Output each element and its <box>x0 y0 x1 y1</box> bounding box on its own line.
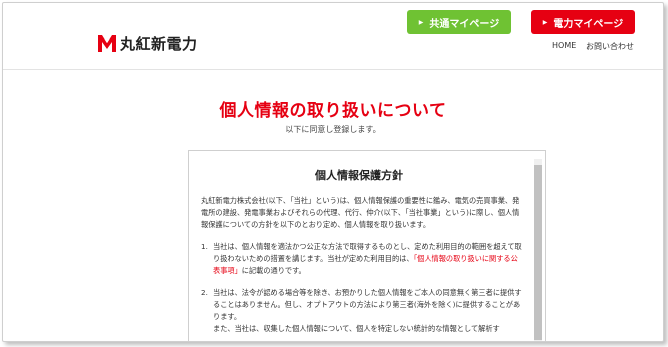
page-subtitle: 以下に同意し登録します。 <box>285 125 381 134</box>
policy-item-2-more: また、当社は、収集した個人情報について、個人を特定しない統計的な情報として解析す <box>213 324 500 333</box>
site-header: 丸紅新電力 ▶ 共通マイページ ▶ 電力マイページ HOME お問い合わせ <box>3 3 663 70</box>
triangle-right-icon: ▶ <box>418 18 424 26</box>
scrollbar-thumb[interactable] <box>534 165 542 340</box>
policy-item-number: 1. <box>201 242 208 251</box>
policy-scrollbar[interactable] <box>534 159 542 341</box>
policy-body: 丸紅新電力株式会社(以下、「当社」という)は、個人情報保護の重要性に鑑み、電気の… <box>201 195 523 341</box>
triangle-right-icon: ▶ <box>542 18 548 26</box>
logo[interactable]: 丸紅新電力 <box>97 31 198 55</box>
policy-item-1-tail: に記載の通りです。 <box>241 266 306 275</box>
policy-intro: 丸紅新電力株式会社(以下、「当社」という)は、個人情報保護の重要性に鑑み、電気の… <box>201 196 520 229</box>
policy-item-text: 当社は、法令が認める場合等を除き、お預かりした個人情報をご本人の同意無く第三者に… <box>213 287 523 335</box>
power-mypage-button[interactable]: ▶ 電力マイページ <box>531 10 635 34</box>
page-title: 個人情報の取り扱いについて <box>219 101 447 121</box>
policy-item-2-text: 当社は、法令が認める場合等を除き、お預かりした個人情報をご本人の同意無く第三者に… <box>213 288 522 321</box>
policy-scroll-box[interactable]: 個人情報保護方針 丸紅新電力株式会社(以下、「当社」という)は、個人情報保護の重… <box>188 150 546 341</box>
policy-item: 2. 当社は、法令が認める場合等を除き、お預かりした個人情報をご本人の同意無く第… <box>201 287 523 335</box>
common-mypage-label: 共通マイページ <box>429 18 500 30</box>
nav-contact-link[interactable]: お問い合わせ <box>586 41 634 52</box>
common-mypage-button[interactable]: ▶ 共通マイページ <box>407 10 511 34</box>
marubeni-m-logo-icon <box>98 35 116 52</box>
nav-home-link[interactable]: HOME <box>552 41 576 50</box>
policy-item-number: 2. <box>201 288 208 297</box>
policy-item-text: 当社は、個人情報を適法かつ公正な方法で取得するものとし、定めた利用目的の範囲を超… <box>213 241 523 277</box>
power-mypage-label: 電力マイページ <box>553 18 624 30</box>
policy-heading: 個人情報保護方針 <box>315 169 403 182</box>
logo-text: 丸紅新電力 <box>120 34 198 53</box>
browser-frame: 丸紅新電力 ▶ 共通マイページ ▶ 電力マイページ HOME お問い合わせ 個人… <box>2 2 664 342</box>
policy-item: 1. 当社は、個人情報を適法かつ公正な方法で取得するものとし、定めた利用目的の範… <box>201 241 523 277</box>
